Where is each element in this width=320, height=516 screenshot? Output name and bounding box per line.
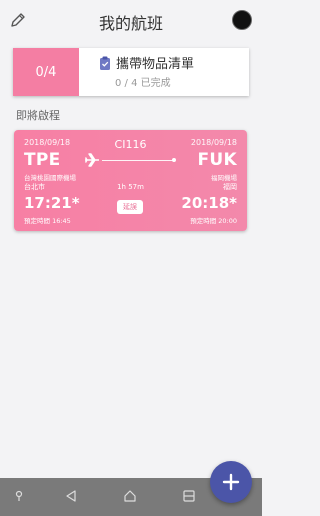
app-header: 我的航班: [0, 0, 262, 44]
page-title: 我的航班: [98, 14, 163, 33]
checklist-status: 0 / 4 已完成: [115, 78, 171, 89]
checklist-body: 攜帶物品清單 0 / 4 已完成: [79, 48, 249, 96]
arrival-scheduled: 預定時間 20:00: [190, 217, 237, 225]
checklist-title: 攜帶物品清單: [116, 57, 195, 72]
arrival-code: FUK: [197, 150, 237, 170]
checklist-progress: 0/4: [13, 48, 79, 96]
avatar[interactable]: [232, 10, 252, 30]
route-line: [102, 160, 174, 161]
section-title-upcoming: 即將啟程: [16, 109, 60, 122]
clipboard-icon: [100, 56, 110, 70]
departure-scheduled: 預定時間 16:45: [24, 217, 71, 225]
add-flight-button[interactable]: [210, 461, 252, 503]
flight-duration: 1h 57m: [117, 183, 144, 191]
arrival-time: 20:18*: [181, 194, 237, 212]
pin-icon[interactable]: [12, 489, 26, 503]
arrival-date: 2018/09/18: [190, 138, 237, 147]
departure-airport: 台灣桃園國際機場: [24, 174, 76, 182]
departure-code: TPE: [24, 150, 61, 170]
plus-icon: [222, 473, 240, 491]
departure-time: 17:21*: [24, 194, 80, 212]
flight-card[interactable]: 2018/09/18 CI116 2018/09/18 TPE FUK 台灣桃園…: [14, 130, 247, 231]
arrival-city: 福岡: [223, 183, 237, 191]
recents-icon[interactable]: [182, 489, 196, 503]
arrival-airport: 福岡機場: [211, 174, 237, 182]
back-icon[interactable]: [64, 489, 78, 503]
status-badge: 延誤: [117, 200, 143, 214]
route-dot: [172, 158, 176, 162]
airplane-icon: [84, 153, 99, 167]
home-icon[interactable]: [123, 489, 137, 503]
checklist-card[interactable]: 0/4 攜帶物品清單 0 / 4 已完成: [13, 48, 249, 96]
